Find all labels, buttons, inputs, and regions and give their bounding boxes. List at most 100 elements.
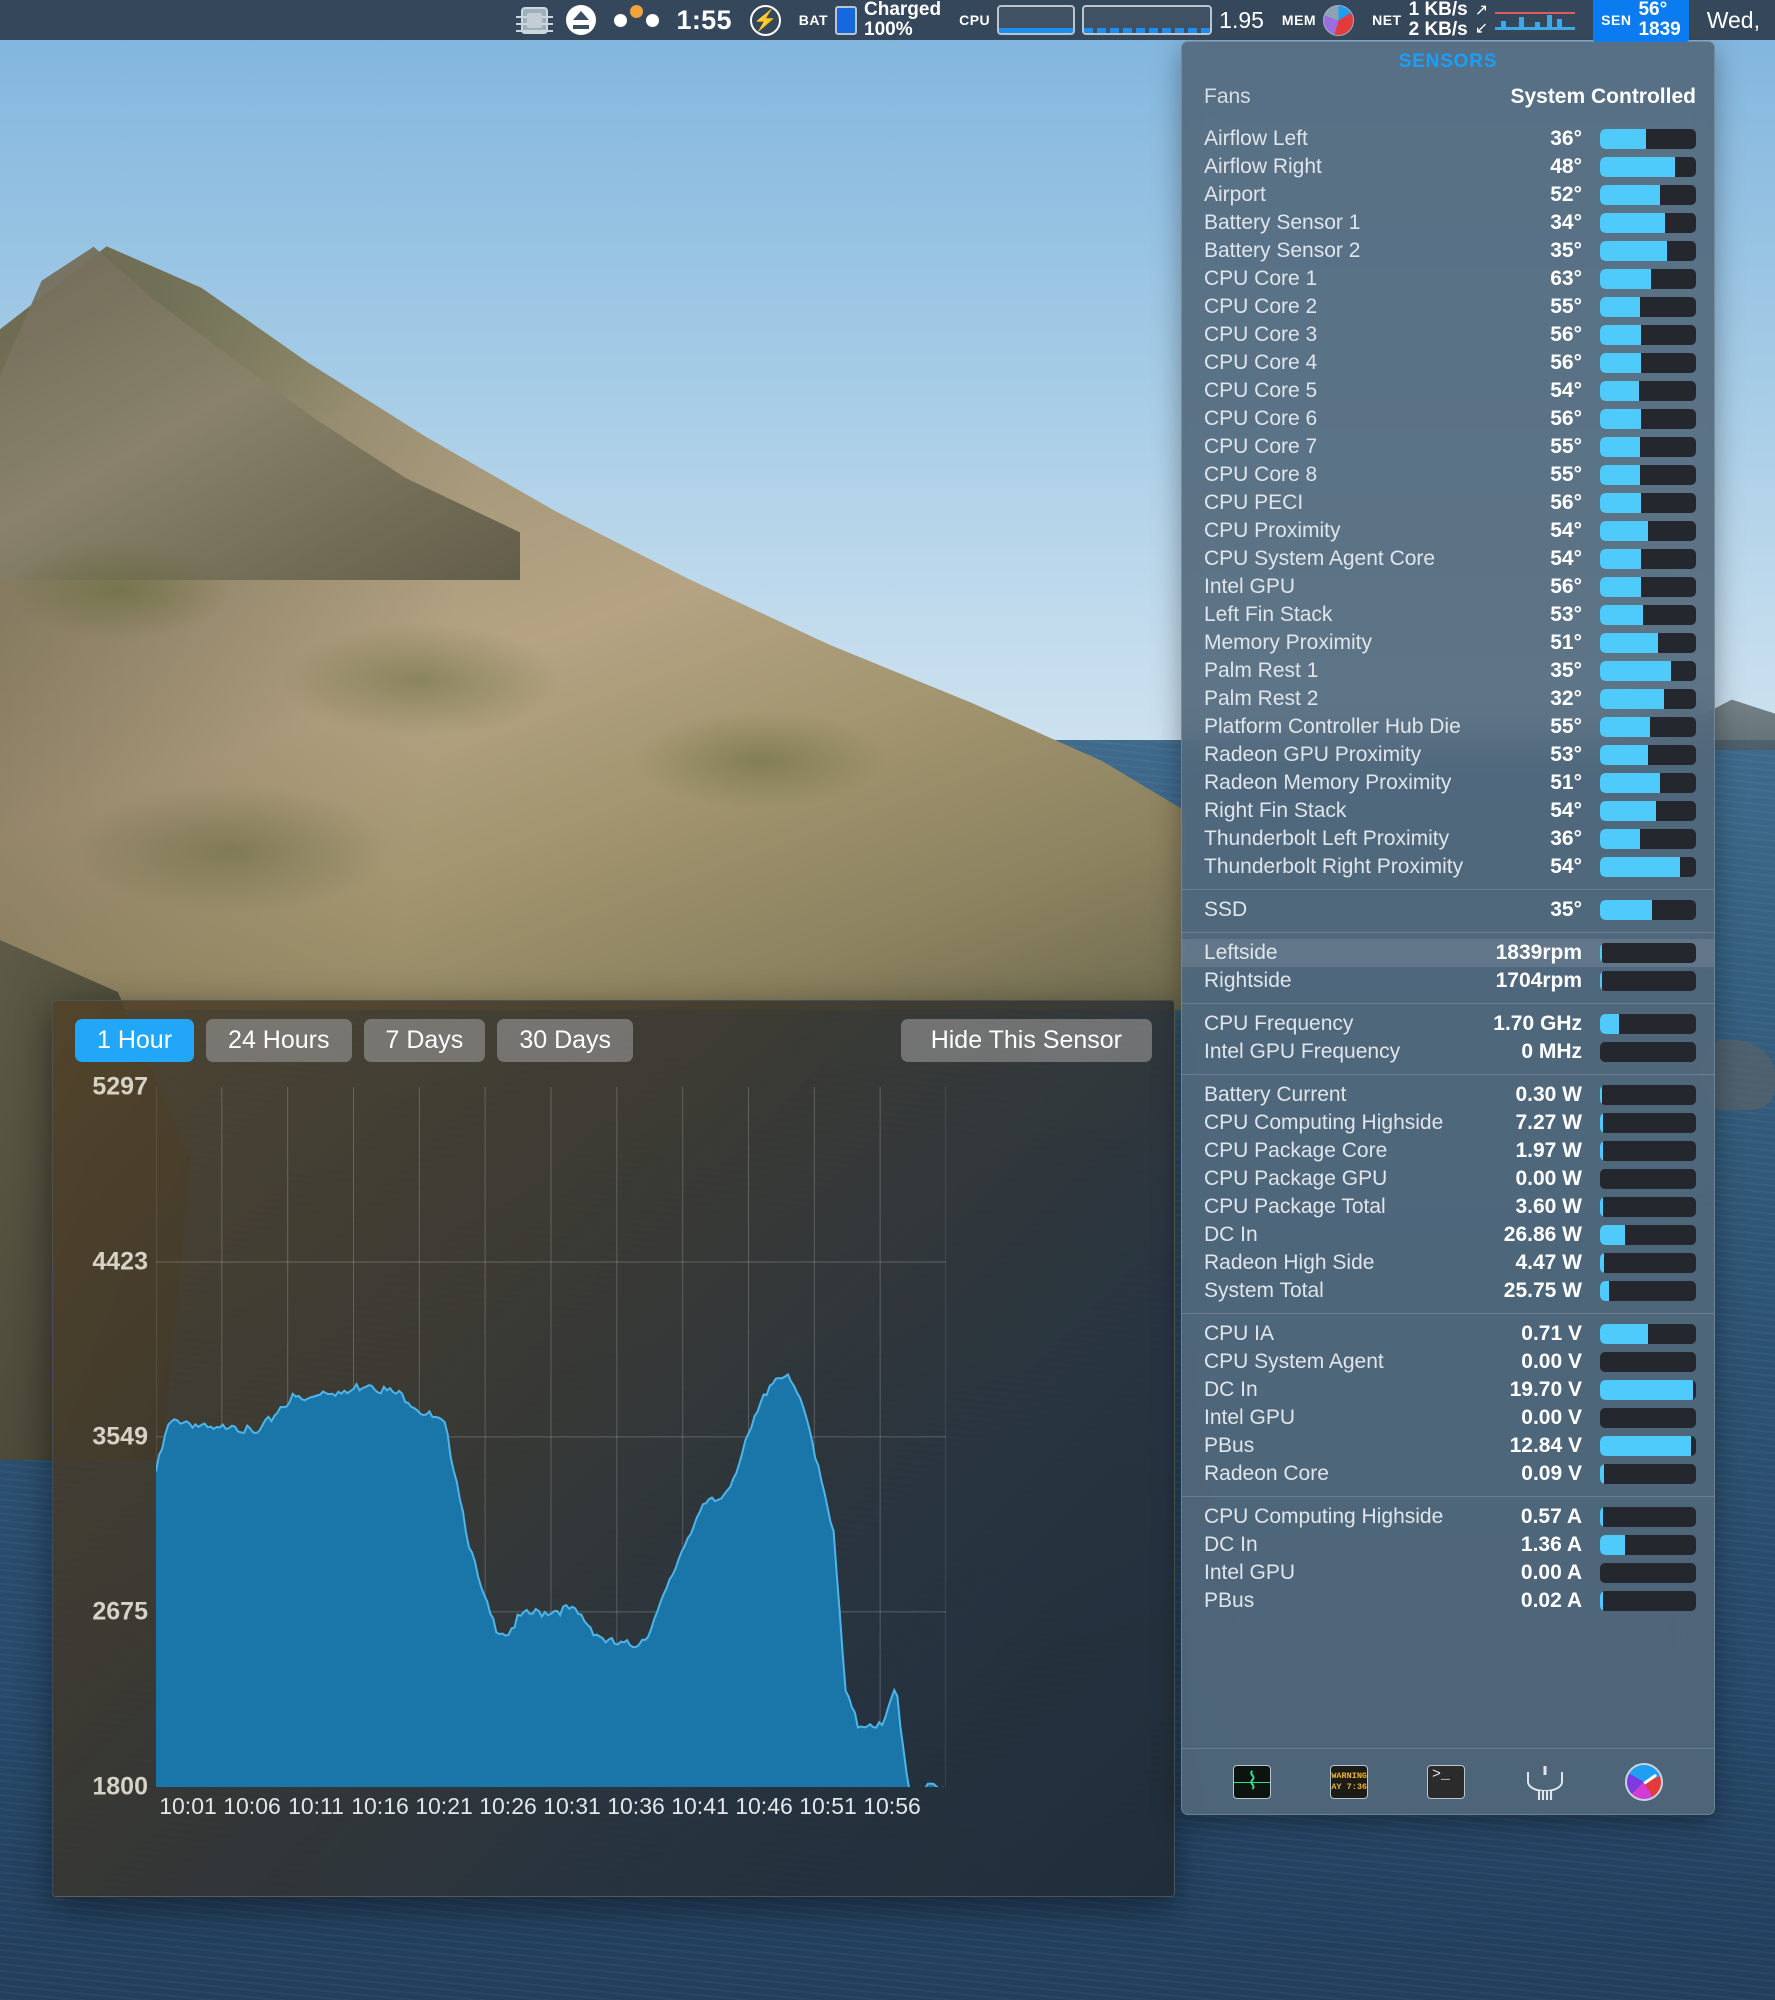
sensor-row-value: 56° xyxy=(1550,407,1582,430)
sensor-row[interactable]: CPU Core 4 56° xyxy=(1182,349,1714,377)
terminal-icon[interactable]: >_ xyxy=(1426,1764,1465,1799)
menubar-sensors-item[interactable]: SEN 56° 1839 xyxy=(1584,0,1698,43)
sensor-row[interactable]: CPU Computing Highside 7.27 W xyxy=(1182,1109,1714,1137)
sensor-row[interactable]: PBus 0.02 A xyxy=(1182,1587,1714,1615)
x-axis-tick-label: 10:36 xyxy=(607,1793,665,1819)
menubar-eject-item[interactable] xyxy=(557,0,605,40)
sensor-row[interactable]: Right Fin Stack 54° xyxy=(1182,797,1714,825)
sensor-row-label: Radeon Core xyxy=(1204,1462,1329,1485)
sensor-row[interactable]: Battery Current 0.30 W xyxy=(1182,1081,1714,1109)
sensor-row[interactable]: CPU Package GPU 0.00 W xyxy=(1182,1165,1714,1193)
area-chart-svg xyxy=(156,1087,946,1787)
range-button-7-days[interactable]: 7 Days xyxy=(363,1019,486,1062)
sensor-row[interactable]: CPU Frequency 1.70 GHz xyxy=(1182,1010,1714,1038)
sensor-row[interactable]: Radeon High Side 4.47 W xyxy=(1182,1249,1714,1277)
sensor-row[interactable]: PBus 12.84 V xyxy=(1182,1432,1714,1460)
sensor-row-label: Radeon GPU Proximity xyxy=(1204,743,1422,766)
section-temperatures: Airflow Left 36° Airflow Right 48° Airport 52… xyxy=(1182,119,1714,889)
menubar-date[interactable]: Wed, xyxy=(1698,0,1769,40)
sensor-row-value: 36° xyxy=(1550,827,1582,850)
sensor-row[interactable]: Thunderbolt Right Proximity 54° xyxy=(1182,853,1714,881)
sensor-row[interactable]: CPU Package Core 1.97 W xyxy=(1182,1137,1714,1165)
sensor-row-label: CPU Core 8 xyxy=(1204,463,1318,486)
sensor-row[interactable]: Left Fin Stack 53° xyxy=(1182,601,1714,629)
sensor-row[interactable]: Battery Sensor 2 35° xyxy=(1182,237,1714,265)
menubar-memory-item[interactable]: MEM xyxy=(1273,0,1363,40)
sensor-row[interactable]: CPU System Agent Core 54° xyxy=(1182,545,1714,573)
sensor-row[interactable]: Radeon GPU Proximity 53° xyxy=(1182,741,1714,769)
sensor-row[interactable]: CPU Core 2 55° xyxy=(1182,293,1714,321)
sensor-row[interactable]: Memory Proximity 51° xyxy=(1182,629,1714,657)
sensor-row[interactable]: Radeon Memory Proximity 51° xyxy=(1182,769,1714,797)
sensor-row[interactable]: CPU Proximity 54° xyxy=(1182,517,1714,545)
sensor-row[interactable]: Intel GPU 56° xyxy=(1182,573,1714,601)
sensor-row[interactable]: CPU Core 5 54° xyxy=(1182,377,1714,405)
menubar-app-dots-item[interactable] xyxy=(605,0,668,40)
sensor-row[interactable]: CPU IA 0.71 V xyxy=(1182,1320,1714,1348)
sensor-row[interactable]: DC In 26.86 W xyxy=(1182,1221,1714,1249)
sensor-row[interactable]: CPU Core 3 56° xyxy=(1182,321,1714,349)
gauge-icon[interactable] xyxy=(1624,1762,1663,1801)
sensor-row-value: 48° xyxy=(1550,155,1582,178)
sensor-row[interactable]: CPU Core 7 55° xyxy=(1182,433,1714,461)
sensor-row[interactable]: SSD 35° xyxy=(1182,896,1714,924)
sensor-row[interactable]: CPU Computing Highside 0.57 A xyxy=(1182,1503,1714,1531)
sensor-row[interactable]: DC In 19.70 V xyxy=(1182,1376,1714,1404)
x-axis-tick-label: 10:11 xyxy=(288,1793,344,1819)
sensor-row[interactable]: CPU Core 6 56° xyxy=(1182,405,1714,433)
menubar-cpu-item[interactable]: CPU 1.95 xyxy=(950,0,1273,40)
menubar-battery-item[interactable]: BAT Charged 100% xyxy=(790,0,950,40)
sensor-row[interactable]: Leftside 1839rpm xyxy=(1182,939,1714,967)
sensor-row[interactable]: Thunderbolt Left Proximity 36° xyxy=(1182,825,1714,853)
sensor-row[interactable]: Battery Sensor 1 34° xyxy=(1182,209,1714,237)
sensor-row-bar xyxy=(1600,971,1696,991)
terminal-icon-prompt: >_ xyxy=(1431,1765,1450,1783)
hide-this-sensor-button[interactable]: Hide This Sensor xyxy=(900,1019,1152,1062)
sensors-menubar-chip[interactable]: SEN 56° 1839 xyxy=(1593,0,1689,43)
range-button-1-hour[interactable]: 1 Hour xyxy=(75,1019,195,1062)
sensor-row[interactable]: CPU Core 8 55° xyxy=(1182,461,1714,489)
menubar-network-item[interactable]: NET 1 KB/s 2 KB/s ↗ ↙ xyxy=(1363,0,1584,40)
sensor-row[interactable]: Palm Rest 2 32° xyxy=(1182,685,1714,713)
cpu-history-graph-icon xyxy=(997,5,1076,35)
sensor-row-value: 55° xyxy=(1550,715,1582,738)
battery-status: Charged 100% xyxy=(864,0,941,40)
range-button-30-days[interactable]: 30 Days xyxy=(497,1019,634,1062)
sensor-row[interactable]: System Total 25.75 W xyxy=(1182,1277,1714,1305)
x-axis-labels: 10:01 10:06 10:11 10:16 10:21 10:26 10:31 10:36… xyxy=(156,1793,956,1820)
sensor-row-label: Battery Sensor 1 xyxy=(1204,211,1361,234)
area-chart xyxy=(156,1087,946,1787)
sensor-row[interactable]: CPU System Agent 0.00 V xyxy=(1182,1348,1714,1376)
sensor-row-bar xyxy=(1600,689,1696,709)
sensor-row[interactable]: Airport 52° xyxy=(1182,181,1714,209)
warning-icon[interactable]: WARNING AY 7:36 xyxy=(1330,1764,1369,1799)
network-rates: 1 KB/s 2 KB/s xyxy=(1409,0,1468,40)
sensor-row[interactable]: Intel GPU 0.00 A xyxy=(1182,1559,1714,1587)
sensor-row[interactable]: CPU Package Total 3.60 W xyxy=(1182,1193,1714,1221)
sensor-row[interactable]: Airflow Left 36° xyxy=(1182,125,1714,153)
sensor-row[interactable]: Platform Controller Hub Die 55° xyxy=(1182,713,1714,741)
sensor-row[interactable]: CPU Core 1 63° xyxy=(1182,265,1714,293)
sensor-row-bar xyxy=(1600,353,1696,373)
sensor-row-bar xyxy=(1600,900,1696,920)
cpu-load-graph-icon xyxy=(1082,5,1213,35)
sensor-row[interactable]: Radeon Core 0.09 V xyxy=(1182,1460,1714,1488)
sensor-row[interactable]: Rightside 1704rpm xyxy=(1182,967,1714,995)
menubar-clock[interactable]: 1:55 xyxy=(668,0,741,40)
app-dots-icon xyxy=(613,4,659,27)
sensor-row[interactable]: Airflow Right 48° xyxy=(1182,153,1714,181)
sensor-row[interactable]: CPU PECI 56° xyxy=(1182,489,1714,517)
menubar-cpu-chip-item[interactable] xyxy=(512,0,557,40)
range-button-24-hours[interactable]: 24 Hours xyxy=(206,1019,352,1062)
sensor-row[interactable]: Intel GPU 0.00 V xyxy=(1182,1404,1714,1432)
sensor-row-label: CPU IA xyxy=(1204,1322,1275,1345)
sensor-row-value: 0 MHz xyxy=(1521,1040,1582,1063)
sensor-row-label: Palm Rest 2 xyxy=(1204,687,1319,710)
sensor-row[interactable]: Palm Rest 1 35° xyxy=(1182,657,1714,685)
sensors-panel-title: SENSORS xyxy=(1398,51,1498,72)
sensor-row[interactable]: Intel GPU Frequency 0 MHz xyxy=(1182,1038,1714,1066)
sensor-probe-icon[interactable] xyxy=(1524,1764,1566,1800)
menubar-power-item[interactable]: ⚡ xyxy=(741,0,790,40)
graph-icon[interactable] xyxy=(1233,1764,1272,1799)
sensor-row[interactable]: DC In 1.36 A xyxy=(1182,1531,1714,1559)
